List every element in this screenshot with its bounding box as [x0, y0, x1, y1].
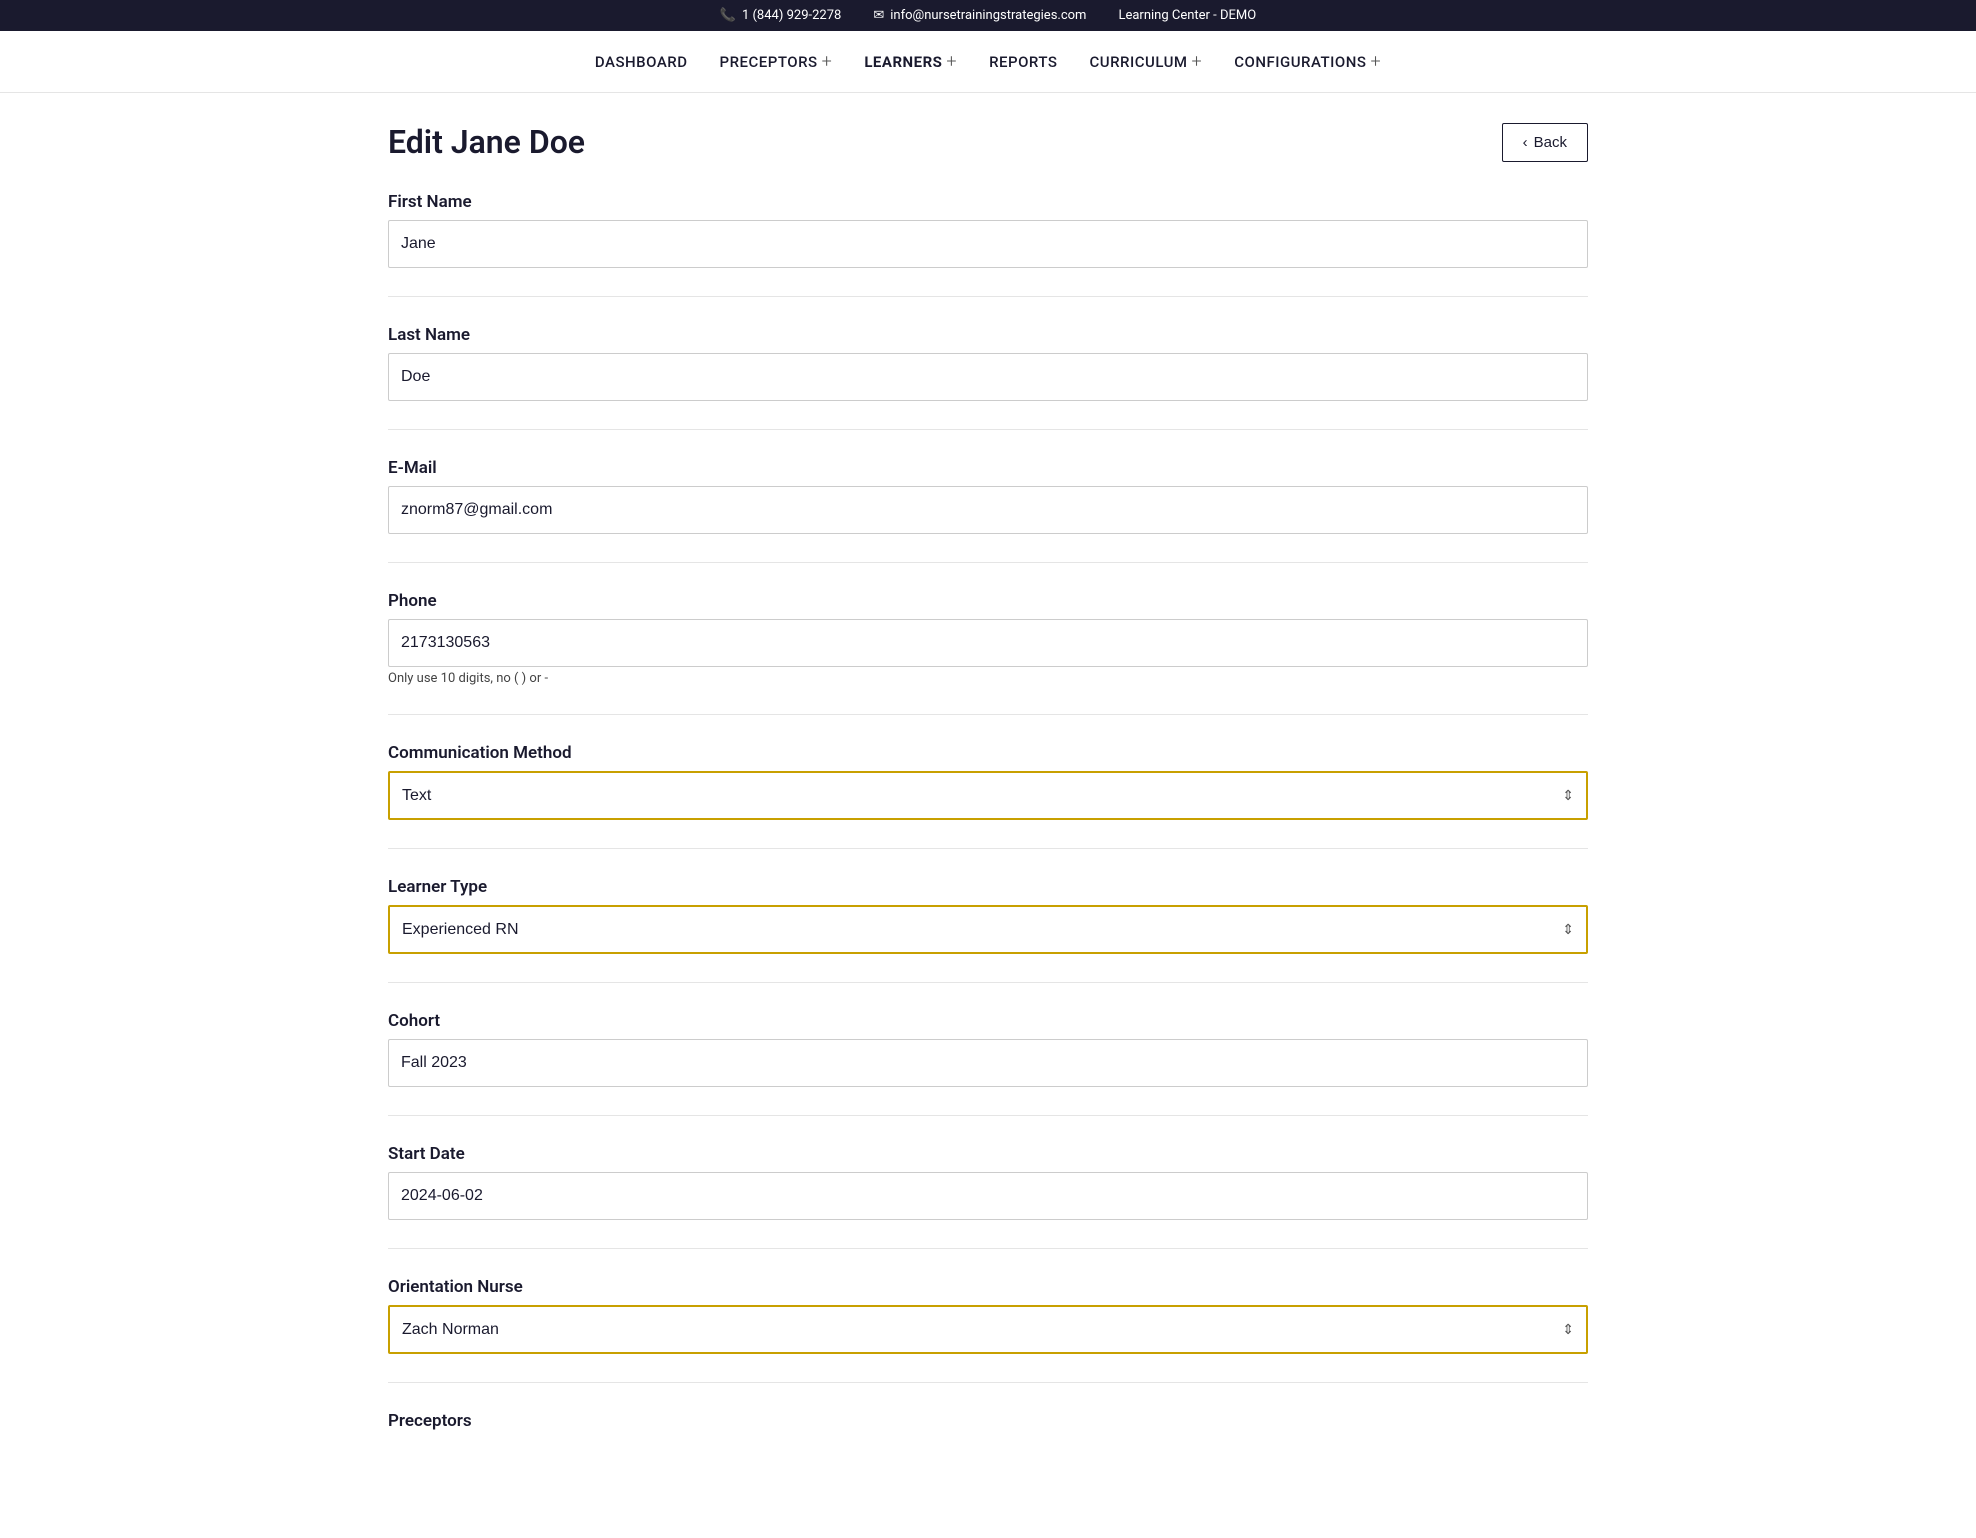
preceptors-group: Preceptors — [388, 1411, 1588, 1431]
site-item: Learning Center - DEMO — [1118, 8, 1256, 23]
nav-preceptors[interactable]: PRECEPTORS + — [708, 45, 845, 78]
back-button[interactable]: ‹ Back — [1502, 123, 1588, 162]
email-label: E-Mail — [388, 458, 1588, 478]
divider-5 — [388, 848, 1588, 849]
page-header: Edit Jane Doe ‹ Back — [388, 123, 1588, 162]
preceptors-label: Preceptors — [388, 1411, 1588, 1431]
orientation-nurse-select[interactable]: Zach Norman Jane Smith Bob Jones — [388, 1305, 1588, 1354]
top-bar: 📞 1 (844) 929-2278 ✉ info@nursetrainings… — [0, 0, 1976, 31]
phone-icon: 📞 — [720, 8, 736, 23]
phone-group: Phone Only use 10 digits, no ( ) or - — [388, 591, 1588, 686]
cohort-group: Cohort — [388, 1011, 1588, 1087]
start-date-group: Start Date — [388, 1144, 1588, 1220]
divider-6 — [388, 982, 1588, 983]
back-chevron-icon: ‹ — [1523, 134, 1528, 151]
nav-preceptors-label: PRECEPTORS — [720, 53, 818, 71]
orientation-nurse-label: Orientation Nurse — [388, 1277, 1588, 1297]
last-name-label: Last Name — [388, 325, 1588, 345]
divider-8 — [388, 1248, 1588, 1249]
email-item: ✉ info@nursetrainingstrategies.com — [873, 8, 1086, 23]
first-name-label: First Name — [388, 192, 1588, 212]
orientation-nurse-group: Orientation Nurse Zach Norman Jane Smith… — [388, 1277, 1588, 1354]
page-title: Edit Jane Doe — [388, 123, 585, 161]
phone-item: 📞 1 (844) 929-2278 — [720, 8, 842, 23]
back-button-label: Back — [1534, 134, 1567, 151]
learner-type-group: Learner Type Experienced RN New Graduate… — [388, 877, 1588, 954]
comm-method-select[interactable]: Text Email Phone — [388, 771, 1588, 820]
orientation-nurse-select-wrapper: Zach Norman Jane Smith Bob Jones — [388, 1305, 1588, 1354]
nav-dashboard[interactable]: DASHBOARD — [583, 47, 700, 77]
last-name-input[interactable] — [388, 353, 1588, 401]
email-input[interactable] — [388, 486, 1588, 534]
comm-method-group: Communication Method Text Email Phone — [388, 743, 1588, 820]
nav-reports-label: REPORTS — [989, 53, 1057, 71]
first-name-input[interactable] — [388, 220, 1588, 268]
nav-dashboard-label: DASHBOARD — [595, 53, 688, 71]
comm-method-select-wrapper: Text Email Phone — [388, 771, 1588, 820]
learner-type-select-wrapper: Experienced RN New Graduate RN LPN CNA — [388, 905, 1588, 954]
page-content: Edit Jane Doe ‹ Back First Name Last Nam… — [368, 93, 1608, 1519]
learner-type-select[interactable]: Experienced RN New Graduate RN LPN CNA — [388, 905, 1588, 954]
nav-configurations-label: CONFIGURATIONS — [1234, 53, 1366, 71]
last-name-group: Last Name — [388, 325, 1588, 401]
phone-input[interactable] — [388, 619, 1588, 667]
nav-curriculum-plus-icon: + — [1192, 51, 1203, 72]
divider-9 — [388, 1382, 1588, 1383]
learner-type-label: Learner Type — [388, 877, 1588, 897]
nav-curriculum[interactable]: CURRICULUM + — [1077, 45, 1214, 78]
divider-7 — [388, 1115, 1588, 1116]
site-name: Learning Center - DEMO — [1118, 8, 1256, 23]
divider-4 — [388, 714, 1588, 715]
nav-configurations-plus-icon: + — [1370, 51, 1381, 72]
nav-configurations[interactable]: CONFIGURATIONS + — [1222, 45, 1393, 78]
main-nav: DASHBOARD PRECEPTORS + LEARNERS + REPORT… — [0, 31, 1976, 93]
start-date-input[interactable] — [388, 1172, 1588, 1220]
nav-preceptors-plus-icon: + — [822, 51, 833, 72]
cohort-input[interactable] — [388, 1039, 1588, 1087]
divider-3 — [388, 562, 1588, 563]
first-name-group: First Name — [388, 192, 1588, 268]
cohort-label: Cohort — [388, 1011, 1588, 1031]
nav-curriculum-label: CURRICULUM — [1089, 53, 1187, 71]
email-icon: ✉ — [873, 8, 884, 23]
nav-learners-plus-icon: + — [946, 51, 957, 72]
nav-learners-label: LEARNERS — [864, 53, 942, 71]
phone-number: 1 (844) 929-2278 — [742, 8, 841, 23]
divider-1 — [388, 296, 1588, 297]
email-group: E-Mail — [388, 458, 1588, 534]
phone-label: Phone — [388, 591, 1588, 611]
phone-hint: Only use 10 digits, no ( ) or - — [388, 671, 1588, 686]
divider-2 — [388, 429, 1588, 430]
email-address: info@nursetrainingstrategies.com — [890, 8, 1086, 23]
nav-reports[interactable]: REPORTS — [977, 47, 1069, 77]
nav-learners[interactable]: LEARNERS + — [852, 45, 969, 78]
start-date-label: Start Date — [388, 1144, 1588, 1164]
comm-method-label: Communication Method — [388, 743, 1588, 763]
